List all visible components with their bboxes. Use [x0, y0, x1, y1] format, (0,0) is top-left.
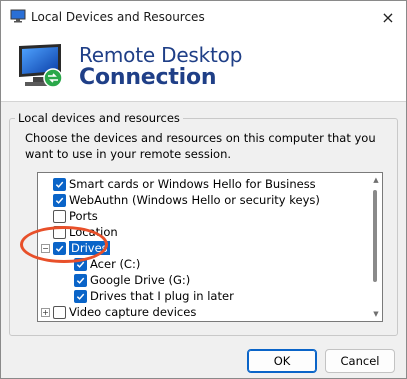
tree-item-label-selected: Drives: [69, 241, 110, 255]
checkbox-unchecked[interactable]: [53, 209, 66, 223]
tree-item-location[interactable]: Location: [53, 224, 118, 240]
devices-tree[interactable]: Smart cards or Windows Hello for Busines…: [37, 172, 383, 322]
checkbox-checked[interactable]: [74, 289, 87, 303]
close-icon[interactable]: ×: [371, 2, 405, 32]
tree-item-label: Ports: [69, 209, 98, 223]
tree-item-label: WebAuthn (Windows Hello or security keys…: [69, 193, 320, 207]
tree-item-ports[interactable]: Ports: [53, 208, 98, 224]
banner-title-line1: Remote Desktop: [79, 43, 243, 67]
tree-item-video-capture[interactable]: Video capture devices: [53, 304, 196, 320]
remote-desktop-app-icon: [10, 9, 26, 23]
vertical-scrollbar[interactable]: ▲ ▼: [370, 173, 382, 321]
remote-desktop-logo-icon: [15, 42, 67, 92]
tree-item-acer-c[interactable]: Acer (C:): [74, 256, 140, 272]
scroll-up-arrow-icon[interactable]: ▲: [371, 175, 381, 185]
banner-divider: [1, 101, 406, 102]
collapse-icon[interactable]: −: [41, 244, 50, 253]
group-description: Choose the devices and resources on this…: [25, 131, 376, 161]
title-bar: Local Devices and Resources ×: [1, 1, 406, 33]
checkbox-checked[interactable]: [53, 241, 66, 255]
checkbox-unchecked[interactable]: [53, 225, 66, 239]
checkbox-unchecked[interactable]: [53, 305, 66, 319]
tree-item-label: Drives that I plug in later: [90, 289, 234, 303]
group-legend: Local devices and resources: [15, 111, 183, 125]
window-title: Local Devices and Resources: [31, 10, 205, 24]
tree-item-label: Smart cards or Windows Hello for Busines…: [69, 177, 316, 191]
tree-item-label: Acer (C:): [90, 257, 141, 271]
ok-button[interactable]: OK: [247, 349, 317, 373]
scroll-down-arrow-icon[interactable]: ▼: [371, 309, 381, 319]
checkbox-checked[interactable]: [74, 273, 87, 287]
tree-item-plug-in-later[interactable]: Drives that I plug in later: [74, 288, 234, 304]
checkbox-checked[interactable]: [74, 257, 87, 271]
tree-item-smart-cards[interactable]: Smart cards or Windows Hello for Busines…: [53, 176, 316, 192]
tree-item-google-drive[interactable]: Google Drive (G:): [74, 272, 190, 288]
checkbox-checked[interactable]: [53, 193, 66, 207]
tree-item-label: Location: [69, 225, 118, 239]
banner-title-line2: Connection: [79, 65, 217, 90]
checkbox-checked[interactable]: [53, 177, 66, 191]
scrollbar-thumb[interactable]: [373, 190, 377, 282]
expand-icon[interactable]: +: [41, 308, 50, 317]
tree-item-label: Google Drive (G:): [90, 273, 191, 287]
dialog-window: Local Devices and Resources × Remote Des…: [0, 0, 407, 379]
tree-item-drives[interactable]: Drives: [53, 240, 110, 256]
tree-item-label: Video capture devices: [69, 305, 197, 319]
cancel-button[interactable]: Cancel: [325, 349, 395, 373]
tree-item-webauthn[interactable]: WebAuthn (Windows Hello or security keys…: [53, 192, 320, 208]
banner: Remote Desktop Connection: [1, 33, 406, 101]
